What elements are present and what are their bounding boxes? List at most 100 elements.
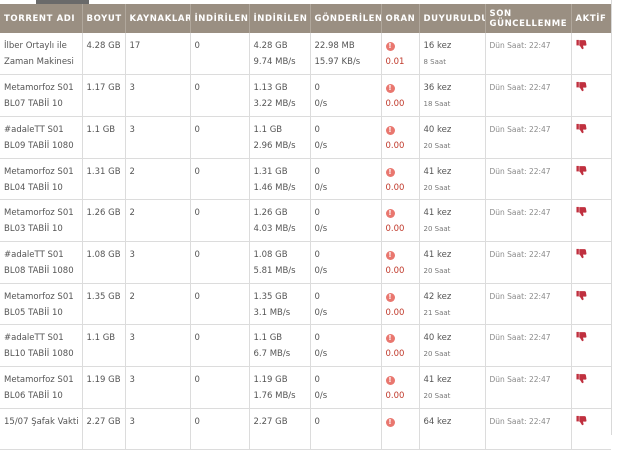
upload-speed: 0/s bbox=[314, 99, 328, 110]
thumbs-down-icon[interactable] bbox=[575, 373, 587, 384]
cell-downloads: 0 bbox=[190, 158, 250, 201]
table-row: #adaleTT S01 BL08 TABİİ 1080 1.08 GB 3 0… bbox=[0, 241, 611, 284]
cell-last-update: Dün Saat: 22:47 bbox=[485, 158, 572, 201]
thumbs-down-icon[interactable] bbox=[575, 415, 587, 426]
ratio-value: 0.00 bbox=[385, 391, 405, 401]
cell-announced: 40 kez 20 Saat bbox=[419, 324, 486, 367]
col-header-ratio[interactable]: ORAN bbox=[381, 4, 420, 33]
cell-last-update: Dün Saat: 22:47 bbox=[485, 324, 572, 367]
torrent-name-line2[interactable]: BL10 TABİİ 1080 bbox=[4, 346, 78, 362]
cell-sources: 3 bbox=[125, 241, 191, 284]
cell-name[interactable]: 15/07 Şafak Vakti bbox=[0, 408, 83, 450]
cell-active[interactable] bbox=[571, 74, 611, 117]
torrent-name-line2[interactable]: BL07 TABİİ 10 bbox=[4, 96, 78, 112]
col-header-announced[interactable]: DUYURULDU bbox=[419, 4, 486, 33]
cell-active[interactable] bbox=[571, 33, 611, 76]
torrent-name-line1[interactable]: Metamorfoz S01 bbox=[4, 205, 78, 221]
cell-size: 1.17 GB bbox=[82, 74, 126, 117]
torrent-name-line2[interactable]: BL08 TABİİ 1080 bbox=[4, 263, 78, 279]
last-update-value: Dün Saat: 22:47 bbox=[489, 41, 551, 50]
torrent-name-line2[interactable]: Zaman Makinesi bbox=[4, 54, 78, 70]
col-header-downloaded[interactable]: İNDİRİLEN bbox=[249, 4, 311, 33]
cell-name[interactable]: #adaleTT S01 BL08 TABİİ 1080 bbox=[0, 241, 83, 284]
table-row: Metamorfoz S01 BL05 TABİİ 10 1.35 GB 2 0… bbox=[0, 283, 611, 326]
announce-time: 20 Saat bbox=[423, 183, 451, 192]
col-header-name[interactable]: TORRENT ADI bbox=[0, 4, 83, 33]
cell-size: 1.35 GB bbox=[82, 283, 126, 326]
thumbs-down-icon[interactable] bbox=[575, 165, 587, 176]
torrent-name-line2[interactable]: BL04 TABİİ 10 bbox=[4, 180, 78, 196]
col-header-last-update[interactable]: SON GÜNCELLENME bbox=[485, 4, 572, 33]
announce-count: 64 kez bbox=[423, 416, 452, 427]
cell-active[interactable] bbox=[571, 158, 611, 201]
cell-uploaded: 0 0/s bbox=[310, 74, 382, 117]
announce-count: 41 kez bbox=[423, 375, 452, 385]
cell-sources: 2 bbox=[125, 283, 191, 326]
torrent-name-line1[interactable]: Metamorfoz S01 bbox=[4, 164, 78, 180]
col-header-downloads[interactable]: İNDİRİLEN bbox=[190, 4, 250, 33]
downloaded-amount: 1.1 GB bbox=[253, 333, 283, 344]
cell-downloads: 0 bbox=[190, 116, 250, 159]
cell-name[interactable]: Metamorfoz S01 BL04 TABİİ 10 bbox=[0, 158, 83, 201]
uploaded-amount: 0 bbox=[314, 124, 320, 135]
table-row: Metamorfoz S01 BL06 TABİİ 10 1.19 GB 3 0… bbox=[0, 366, 611, 409]
cell-sources: 3 bbox=[125, 408, 191, 450]
cell-downloaded: 1.31 GB 1.46 MB/s bbox=[249, 158, 311, 201]
thumbs-down-icon[interactable] bbox=[575, 81, 587, 92]
cell-active[interactable] bbox=[571, 116, 611, 159]
torrent-name-line2[interactable]: BL05 TABİİ 10 bbox=[4, 305, 78, 321]
cell-name[interactable]: Metamorfoz S01 BL03 TABİİ 10 bbox=[0, 199, 83, 242]
torrent-name-line1[interactable]: #adaleTT S01 bbox=[4, 247, 78, 263]
downloaded-amount: 1.1 GB bbox=[253, 124, 283, 135]
torrent-name-line2[interactable]: BL09 TABİİ 1080 bbox=[4, 138, 78, 154]
cell-active[interactable] bbox=[571, 241, 611, 284]
col-header-active[interactable]: AKTİF bbox=[571, 4, 611, 33]
torrent-name-line1[interactable]: İlber Ortaylı ile bbox=[4, 38, 78, 54]
torrent-name-line1[interactable]: #adaleTT S01 bbox=[4, 122, 78, 138]
thumbs-down-icon[interactable] bbox=[575, 39, 587, 50]
cell-name[interactable]: Metamorfoz S01 BL06 TABİİ 10 bbox=[0, 366, 83, 409]
torrent-name-line1[interactable]: Metamorfoz S01 bbox=[4, 289, 78, 305]
cell-name[interactable]: #adaleTT S01 BL09 TABİİ 1080 bbox=[0, 116, 83, 159]
cell-active[interactable] bbox=[571, 366, 611, 409]
warning-icon: ! bbox=[385, 84, 395, 94]
uploaded-amount: 0 bbox=[314, 375, 320, 385]
cell-downloads: 0 bbox=[190, 408, 250, 450]
torrent-name-line1[interactable]: #adaleTT S01 bbox=[4, 330, 78, 346]
torrent-name-line1[interactable]: Metamorfoz S01 bbox=[4, 372, 78, 388]
torrent-name-line2[interactable]: BL03 TABİİ 10 bbox=[4, 221, 78, 237]
cell-name[interactable]: Metamorfoz S01 BL05 TABİİ 10 bbox=[0, 283, 83, 326]
cell-active[interactable] bbox=[571, 199, 611, 242]
col-header-sources[interactable]: KAYNAKLAR bbox=[125, 4, 191, 33]
cell-size: 1.31 GB bbox=[82, 158, 126, 201]
thumbs-down-icon[interactable] bbox=[575, 290, 587, 301]
col-header-last-update-line2: GÜNCELLENME bbox=[489, 18, 568, 29]
torrent-name-line1[interactable]: Metamorfoz S01 bbox=[4, 80, 78, 96]
downloaded-amount: 4.28 GB bbox=[253, 41, 288, 51]
cell-name[interactable]: #adaleTT S01 BL10 TABİİ 1080 bbox=[0, 324, 83, 367]
cell-active[interactable] bbox=[571, 324, 611, 367]
thumbs-down-icon[interactable] bbox=[575, 248, 587, 259]
cell-last-update: Dün Saat: 22:47 bbox=[485, 74, 572, 117]
download-speed: 2.96 MB/s bbox=[253, 140, 296, 151]
cell-name[interactable]: İlber Ortaylı ile Zaman Makinesi bbox=[0, 33, 83, 76]
cell-active[interactable] bbox=[571, 283, 611, 326]
table-row: Metamorfoz S01 BL03 TABİİ 10 1.26 GB 2 0… bbox=[0, 199, 611, 242]
cell-sources: 17 bbox=[125, 33, 191, 76]
thumbs-down-icon[interactable] bbox=[575, 331, 587, 342]
cell-sources: 3 bbox=[125, 324, 191, 367]
table-row: Metamorfoz S01 BL07 TABİİ 10 1.17 GB 3 0… bbox=[0, 74, 611, 117]
cell-announced: 41 kez 20 Saat bbox=[419, 158, 486, 201]
col-header-uploaded[interactable]: GÖNDERİLEN bbox=[310, 4, 382, 33]
cell-name[interactable]: Metamorfoz S01 BL07 TABİİ 10 bbox=[0, 74, 83, 117]
warning-icon: ! bbox=[385, 334, 395, 344]
col-header-size[interactable]: BOYUT bbox=[82, 4, 126, 33]
thumbs-down-icon[interactable] bbox=[575, 123, 587, 134]
cell-uploaded: 0 bbox=[310, 408, 382, 450]
cell-announced: 41 kez 20 Saat bbox=[419, 241, 486, 284]
cell-active[interactable] bbox=[571, 408, 611, 450]
torrent-name-line2[interactable]: BL06 TABİİ 10 bbox=[4, 388, 78, 404]
torrent-name-line1[interactable]: 15/07 Şafak Vakti bbox=[4, 414, 79, 430]
announce-time: 8 Saat bbox=[423, 58, 446, 66]
thumbs-down-icon[interactable] bbox=[575, 206, 587, 217]
